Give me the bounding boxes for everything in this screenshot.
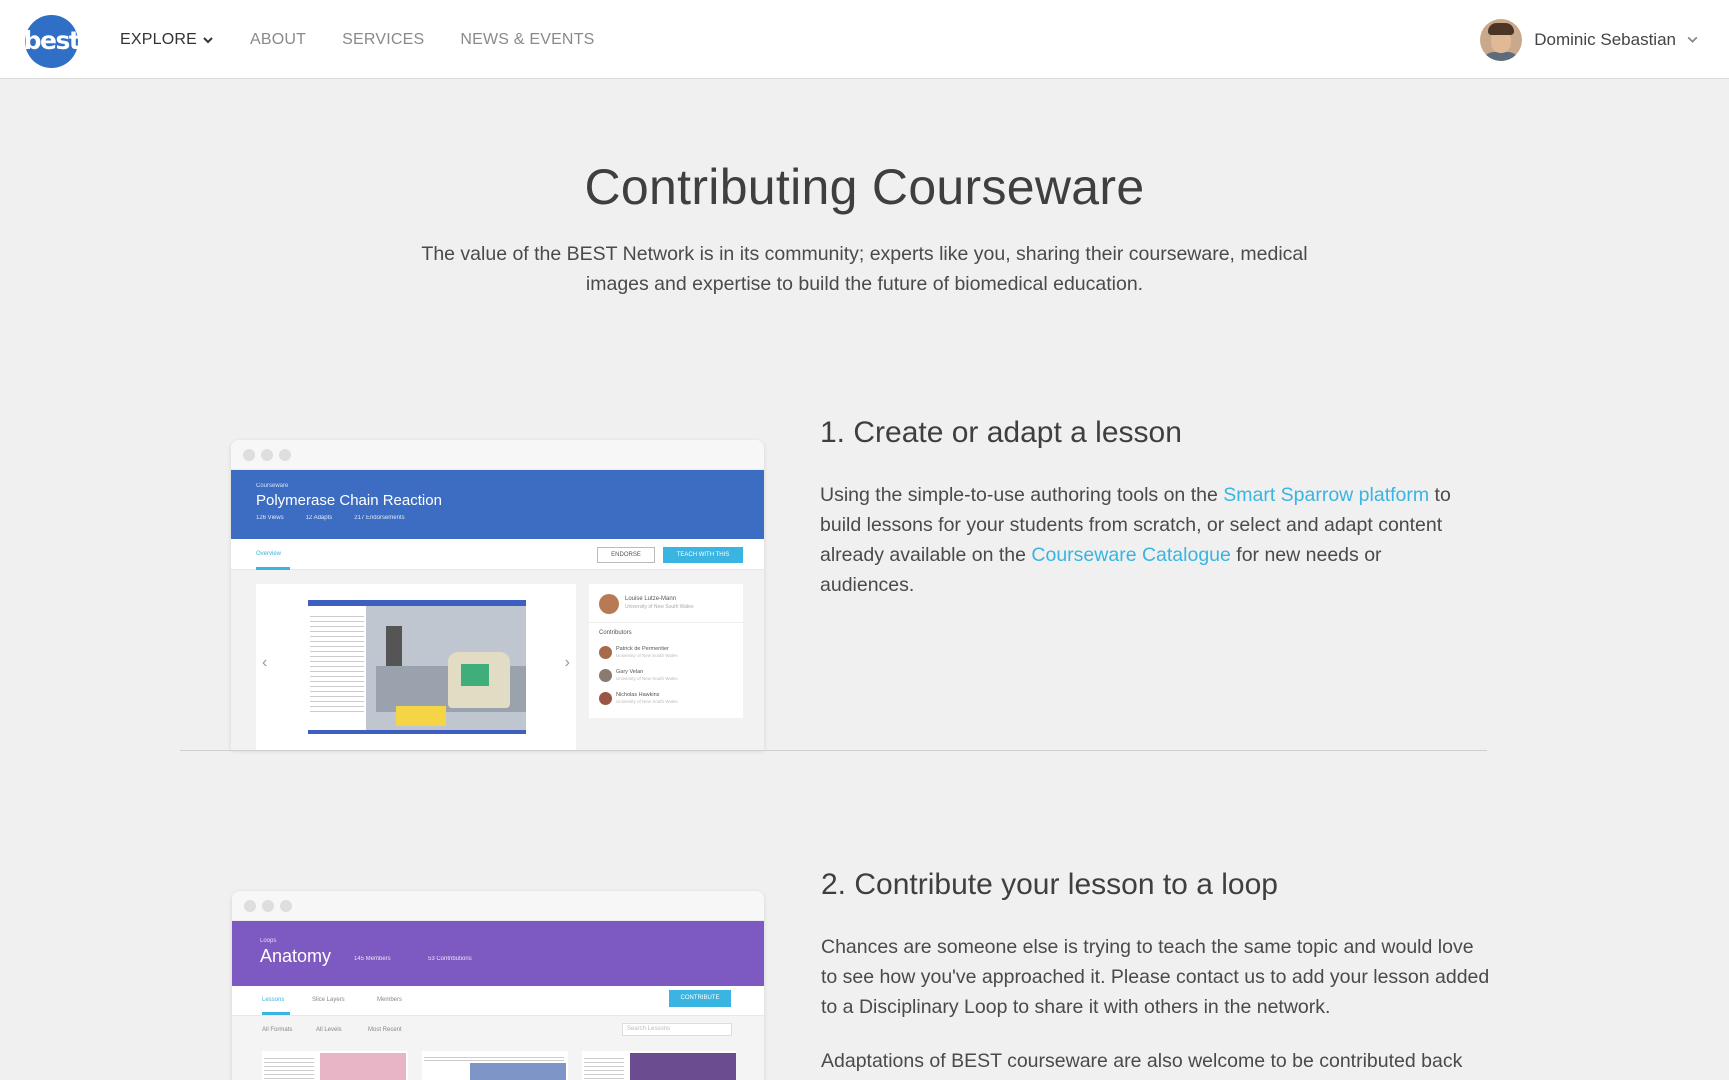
avatar	[1480, 18, 1523, 61]
contributor-org: University of New South Wales	[616, 699, 678, 704]
nav-about[interactable]: ABOUT	[250, 31, 306, 49]
anatomy-loop-screenshot: Loops Anatomy 145 Members 53 Contributio…	[232, 891, 764, 1080]
author-org: University of New South Wales	[625, 604, 694, 610]
mock-window-bar	[231, 440, 764, 470]
contributor-name: Patrick de Permentier	[616, 646, 669, 652]
tab-lessons[interactable]: Lessons	[262, 997, 284, 1003]
page-subtitle: The value of the BEST Network is in its …	[421, 243, 1308, 295]
teach-with-this-button[interactable]: TEACH WITH THIS	[663, 547, 743, 563]
section-1-heading: 1. Create or adapt a lesson	[820, 416, 1182, 449]
pcr-endorsements: 217 Endorsements	[354, 515, 405, 521]
user-name: Dominic Sebastian	[1534, 29, 1676, 49]
section-2-paragraph-2: Adaptations of BEST courseware are also …	[821, 1050, 1463, 1072]
user-menu[interactable]: Dominic Sebastian	[1480, 0, 1699, 79]
section-2-heading: 2. Contribute your lesson to a loop	[821, 868, 1278, 901]
pcr-stats: 126 Views 12 Adapts 217 Endorsements	[256, 515, 405, 521]
pcr-author-card: Louise Lutze-Mann University of New Sout…	[589, 584, 743, 718]
endorse-button[interactable]: ENDORSE	[597, 547, 655, 563]
anatomy-contributions: 53 Contributions	[428, 956, 472, 962]
pcr-preview-carousel: ‹ ›	[256, 584, 576, 750]
smart-sparrow-link[interactable]: Smart Sparrow platform	[1223, 484, 1429, 506]
anatomy-tab-bar: Lessons Slice Layers Members CONTRIBUTE	[232, 986, 764, 1016]
contributor-name: Gary Velan	[616, 669, 644, 675]
main-nav: EXPLORE ABOUT SERVICES NEWS & EVENTS	[120, 0, 631, 79]
pcr-adapts: 12 Adapts	[305, 515, 333, 521]
tab-overview[interactable]: Overview	[256, 551, 281, 557]
anatomy-header: Loops Anatomy 145 Members 53 Contributio…	[232, 921, 764, 986]
filter-formats[interactable]: All Formats	[262, 1027, 292, 1033]
section-1-text: Using the simple-to-use authoring tools …	[820, 484, 1451, 596]
pcr-lesson-screenshot: Courseware Polymerase Chain Reaction 126…	[231, 440, 764, 750]
nav-services[interactable]: SERVICES	[342, 31, 424, 49]
pcr-eyebrow: Courseware	[256, 483, 289, 489]
pcr-header: Courseware Polymerase Chain Reaction 126…	[231, 470, 764, 539]
top-navbar: best EXPLORE ABOUT SERVICES NEWS & EVENT…	[0, 0, 1729, 79]
lesson-card	[262, 1051, 408, 1080]
nav-explore[interactable]: EXPLORE	[120, 31, 214, 49]
chevron-down-icon	[203, 36, 213, 43]
anatomy-eyebrow: Loops	[260, 938, 277, 944]
chevron-right-icon[interactable]: ›	[565, 654, 570, 672]
search-lessons-input[interactable]: Search Lessons	[622, 1023, 732, 1036]
contributors-label: Contributors	[599, 630, 632, 636]
pcr-slide-thumbnail	[308, 600, 526, 734]
courseware-catalogue-link[interactable]: Courseware Catalogue	[1031, 544, 1230, 566]
tab-slice-layers[interactable]: Slice Layers	[312, 997, 345, 1003]
contributor-org: University of New South Wales	[616, 653, 678, 658]
chevron-down-icon	[1687, 36, 1698, 43]
chevron-left-icon[interactable]: ‹	[262, 654, 267, 672]
anatomy-title: Anatomy	[260, 946, 332, 966]
contributor-name: Nicholas Hawkins	[616, 692, 660, 698]
tab-members[interactable]: Members	[377, 997, 402, 1003]
sort-most-recent[interactable]: Most Recent	[368, 1027, 402, 1033]
mock-window-bar	[232, 891, 764, 921]
pcr-title: Polymerase Chain Reaction	[256, 492, 442, 509]
lesson-card	[582, 1051, 736, 1080]
pcr-views: 126 Views	[256, 515, 284, 521]
anatomy-members: 145 Members	[354, 956, 391, 962]
page-title: Contributing Courseware	[584, 159, 1145, 215]
section-2-paragraph: Chances are someone else is trying to te…	[821, 936, 1490, 1018]
contributor-org: University of New South Wales	[616, 676, 678, 681]
pcr-tab-bar: Overview ENDORSE TEACH WITH THIS	[231, 539, 764, 570]
section-divider	[180, 750, 1487, 751]
contribute-button[interactable]: CONTRIBUTE	[669, 990, 731, 1007]
author-name: Louise Lutze-Mann	[625, 596, 677, 602]
nav-news-events[interactable]: NEWS & EVENTS	[460, 31, 594, 49]
filter-levels[interactable]: All Levels	[316, 1027, 342, 1033]
best-logo[interactable]: best	[24, 15, 81, 68]
nav-explore-label: EXPLORE	[120, 30, 197, 48]
lesson-card	[422, 1051, 568, 1080]
